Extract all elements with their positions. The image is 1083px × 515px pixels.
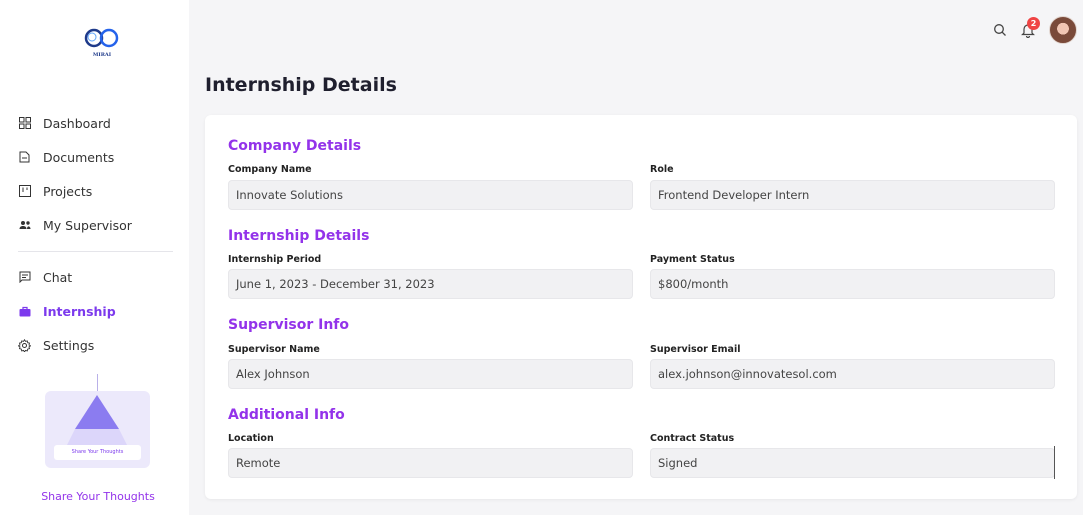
notification-badge: 2 — [1027, 17, 1040, 30]
section-title-additional: Additional Info — [228, 407, 345, 423]
mirai-logo[interactable]: MIRAI — [76, 24, 128, 64]
sidebar-item-label: My Supervisor — [43, 217, 132, 233]
sidebar-item-label: Settings — [43, 337, 95, 353]
sidebar-item-label: Dashboard — [43, 115, 111, 131]
contract-status-label: Contract Status — [650, 433, 735, 444]
nav-top: Dashboard Documents Projects My Supervis… — [18, 106, 178, 242]
sidebar-item-label: Chat — [43, 269, 73, 285]
chat-icon — [18, 271, 31, 284]
users-icon — [18, 219, 31, 232]
sidebar-item-settings[interactable]: Settings — [18, 328, 178, 362]
logo-infinity-icon — [84, 28, 119, 48]
sidebar-item-dashboard[interactable]: Dashboard — [18, 106, 178, 140]
feedback-promo-card: Share Your Thoughts — [45, 391, 150, 468]
role-label: Role — [650, 164, 674, 175]
page-title: Internship Details — [205, 74, 397, 96]
supervisor-email-label: Supervisor Email — [650, 344, 741, 355]
location-label: Location — [228, 433, 274, 444]
company-name-field[interactable]: Innovate Solutions — [228, 180, 633, 210]
nav-bottom: Chat Internship Settings — [18, 260, 178, 362]
sidebar: MIRAI Dashboard Documents Projects My Su… — [0, 0, 189, 515]
supervisor-name-field[interactable]: Alex Johnson — [228, 359, 633, 389]
internship-period-label: Internship Period — [228, 254, 322, 265]
document-icon — [18, 151, 31, 164]
share-thoughts-link[interactable]: Share Your Thoughts — [18, 490, 178, 503]
topbar-actions: 2 — [993, 16, 1077, 44]
location-field[interactable]: Remote — [228, 448, 633, 478]
sidebar-item-internship[interactable]: Internship — [18, 294, 178, 328]
internship-details-card: Company Details Company Name Role Innova… — [205, 115, 1077, 499]
sidebar-item-my-supervisor[interactable]: My Supervisor — [18, 208, 178, 242]
search-icon[interactable] — [993, 23, 1007, 37]
user-avatar[interactable] — [1049, 16, 1077, 44]
sidebar-divider — [18, 251, 173, 252]
section-title-internship: Internship Details — [228, 228, 370, 244]
internship-period-field[interactable]: June 1, 2023 - December 31, 2023 — [228, 269, 633, 299]
briefcase-icon — [18, 305, 31, 318]
projects-icon — [18, 185, 31, 198]
role-field[interactable]: Frontend Developer Intern — [650, 180, 1055, 210]
sidebar-item-label: Internship — [43, 303, 116, 319]
sidebar-item-chat[interactable]: Chat — [18, 260, 178, 294]
section-title-company: Company Details — [228, 138, 362, 154]
supervisor-name-label: Supervisor Name — [228, 344, 320, 355]
sidebar-item-projects[interactable]: Projects — [18, 174, 178, 208]
dashboard-icon — [18, 117, 31, 130]
logo-text: MIRAI — [92, 52, 112, 58]
payment-status-field[interactable]: $800/month — [650, 269, 1055, 299]
text-cursor — [1054, 446, 1055, 479]
gear-icon — [18, 338, 31, 352]
contract-status-field[interactable]: Signed — [650, 448, 1055, 478]
section-title-supervisor: Supervisor Info — [228, 317, 350, 333]
company-name-label: Company Name — [228, 164, 312, 175]
notifications-button[interactable]: 2 — [1021, 17, 1040, 39]
sidebar-item-label: Documents — [43, 149, 115, 165]
sidebar-item-label: Projects — [43, 183, 93, 199]
sidebar-item-documents[interactable]: Documents — [18, 140, 178, 174]
payment-status-label: Payment Status — [650, 254, 735, 265]
lamp-illustration-icon — [67, 395, 127, 445]
share-thoughts-button[interactable]: Share Your Thoughts — [54, 445, 141, 460]
supervisor-email-field[interactable]: alex.johnson@innovatesol.com — [650, 359, 1055, 389]
